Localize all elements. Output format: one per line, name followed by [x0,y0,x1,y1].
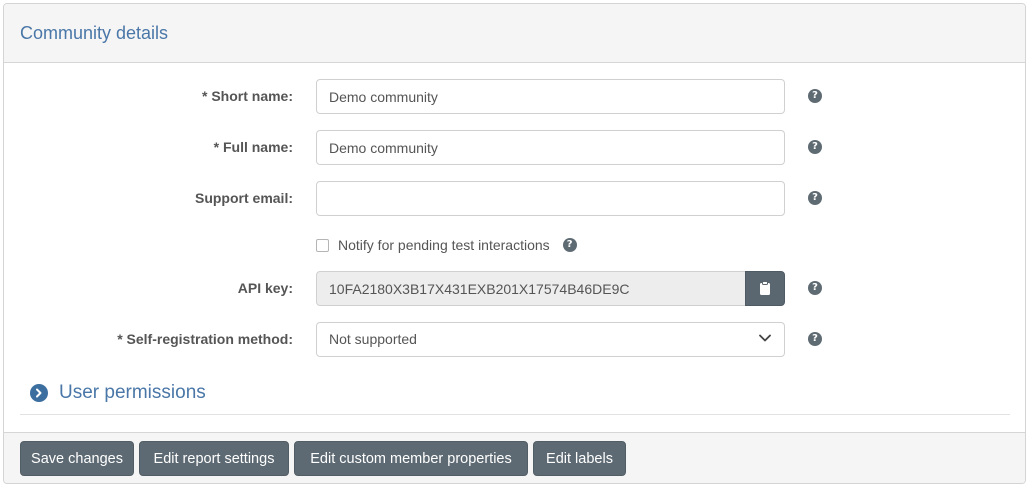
question-circle-icon[interactable]: ? [562,238,577,252]
community-details-panel: Community details * Short name: ? * Full… [3,3,1026,484]
chevron-right-circle-icon [30,384,48,402]
panel-header: Community details [4,4,1025,63]
self-registration-select[interactable]: Not supported [316,322,785,357]
panel-title: Community details [20,22,169,43]
api-key-label: API key: [237,280,293,296]
user-permissions-toggle[interactable]: User permissions [30,382,206,404]
short-name-input[interactable] [316,79,785,114]
support-email-input[interactable] [316,181,785,216]
self-registration-row: * Self-registration method: Not supporte… [4,322,1024,357]
panel-footer: Save changes Edit report settings Edit c… [4,432,1025,483]
full-name-label: * Full name: [213,139,293,155]
support-email-label: Support email: [194,190,293,206]
notify-label[interactable]: Notify for pending test interactions [338,237,550,253]
api-key-row: API key: ? [4,271,1024,306]
chevron-down-icon [759,334,771,342]
self-registration-label: * Self-registration method: [117,331,293,347]
notify-checkbox[interactable] [316,238,329,252]
edit-custom-member-properties-button[interactable]: Edit custom member properties [294,441,528,476]
notify-row: Notify for pending test interactions ? [316,235,577,255]
copy-api-key-button[interactable] [745,271,785,306]
short-name-label: * Short name: [201,88,293,104]
section-divider [20,414,1010,415]
clipboard-icon [760,281,770,295]
question-circle-icon[interactable]: ? [808,89,822,103]
full-name-input[interactable] [316,130,785,165]
question-circle-icon[interactable]: ? [808,332,822,346]
user-permissions-label: User permissions [59,382,206,403]
save-changes-button[interactable]: Save changes [20,441,134,476]
self-registration-value: Not supported [329,331,417,347]
question-circle-icon[interactable]: ? [808,281,822,295]
question-circle-icon[interactable]: ? [808,140,822,154]
support-email-row: Support email: ? [4,181,1024,216]
short-name-row: * Short name: ? [4,79,1024,114]
api-key-input[interactable] [316,271,746,306]
full-name-row: * Full name: ? [4,130,1024,165]
question-circle-icon[interactable]: ? [808,191,822,205]
edit-report-settings-button[interactable]: Edit report settings [139,441,289,476]
edit-labels-button[interactable]: Edit labels [533,441,626,476]
